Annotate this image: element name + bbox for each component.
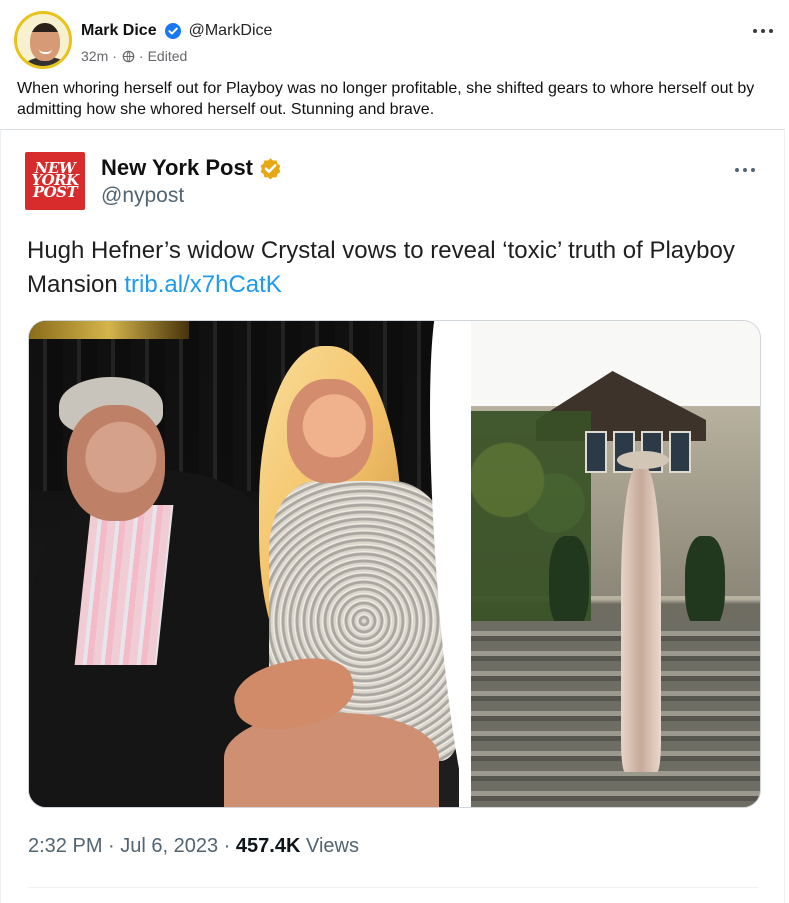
logo-text: NEW YORK POST [31,159,79,201]
avatar-face [30,23,60,61]
verified-badge-icon [164,23,181,39]
more-dot [761,29,765,33]
photo-man-shirt [74,505,174,665]
new-york-post-logo[interactable]: NEW YORK POST [25,152,85,210]
photo-lamp-glow [29,321,189,339]
tweet-author-row: New York Post [101,155,282,181]
photo-bush [685,536,725,631]
photo-man-face [67,405,165,521]
edited-label[interactable]: Edited [148,48,188,64]
tweet-author-name[interactable]: New York Post [101,155,253,181]
post-meta: 32m · · Edited [81,47,187,65]
left-photo[interactable] [29,321,459,807]
views-separator: · [218,835,236,857]
tweet-date[interactable]: Jul 6, 2023 [120,835,218,857]
tweet-text: Hugh Hefner’s widow Crystal vows to reve… [27,234,747,302]
embedded-tweet-card[interactable]: NEW YORK POST New York Post @nypost Hugh… [0,129,785,903]
date-separator: · [102,835,121,857]
photo-woman-dress [621,466,661,772]
post-time[interactable]: 32m [81,48,108,64]
photo-bush [549,536,589,631]
tweet-time[interactable]: 2:32 PM [28,835,102,857]
tweet-media[interactable] [28,320,761,808]
views-count: 457.4K [235,835,301,857]
author-name[interactable]: Mark Dice [81,22,157,40]
post-header: Mark Dice @MarkDice 32m · · Edited [14,11,775,71]
photo-woman-hat [617,451,669,469]
more-options-icon[interactable] [733,164,757,176]
more-dot [735,168,739,172]
more-dot [753,29,757,33]
card-divider [28,887,758,888]
author-handle[interactable]: @MarkDice [189,22,273,40]
more-options-icon[interactable] [751,25,775,37]
tweet-author-handle[interactable]: @nypost [101,184,184,208]
photo-mansion-window [669,431,691,473]
more-dot [743,168,747,172]
photo-mansion-window [585,431,607,473]
author-name-row: Mark Dice @MarkDice [81,21,272,41]
meta-separator: · [138,48,144,64]
meta-separator: · [112,48,117,64]
more-dot [769,29,773,33]
author-avatar[interactable] [14,11,72,69]
tweet-timestamp: 2:32 PM · Jul 6, 2023 · 457.4K Views [28,835,359,858]
tweet-link[interactable]: trib.al/x7hCatK [124,271,281,298]
globe-icon [122,50,135,62]
photo-stairs [471,621,760,807]
post-text: When whoring herself out for Playboy was… [17,80,755,118]
views-label: Views [305,835,359,857]
photo-woman-face [287,379,373,483]
gold-verified-badge-icon [260,157,281,179]
right-photo[interactable] [471,321,760,807]
more-dot [751,168,755,172]
